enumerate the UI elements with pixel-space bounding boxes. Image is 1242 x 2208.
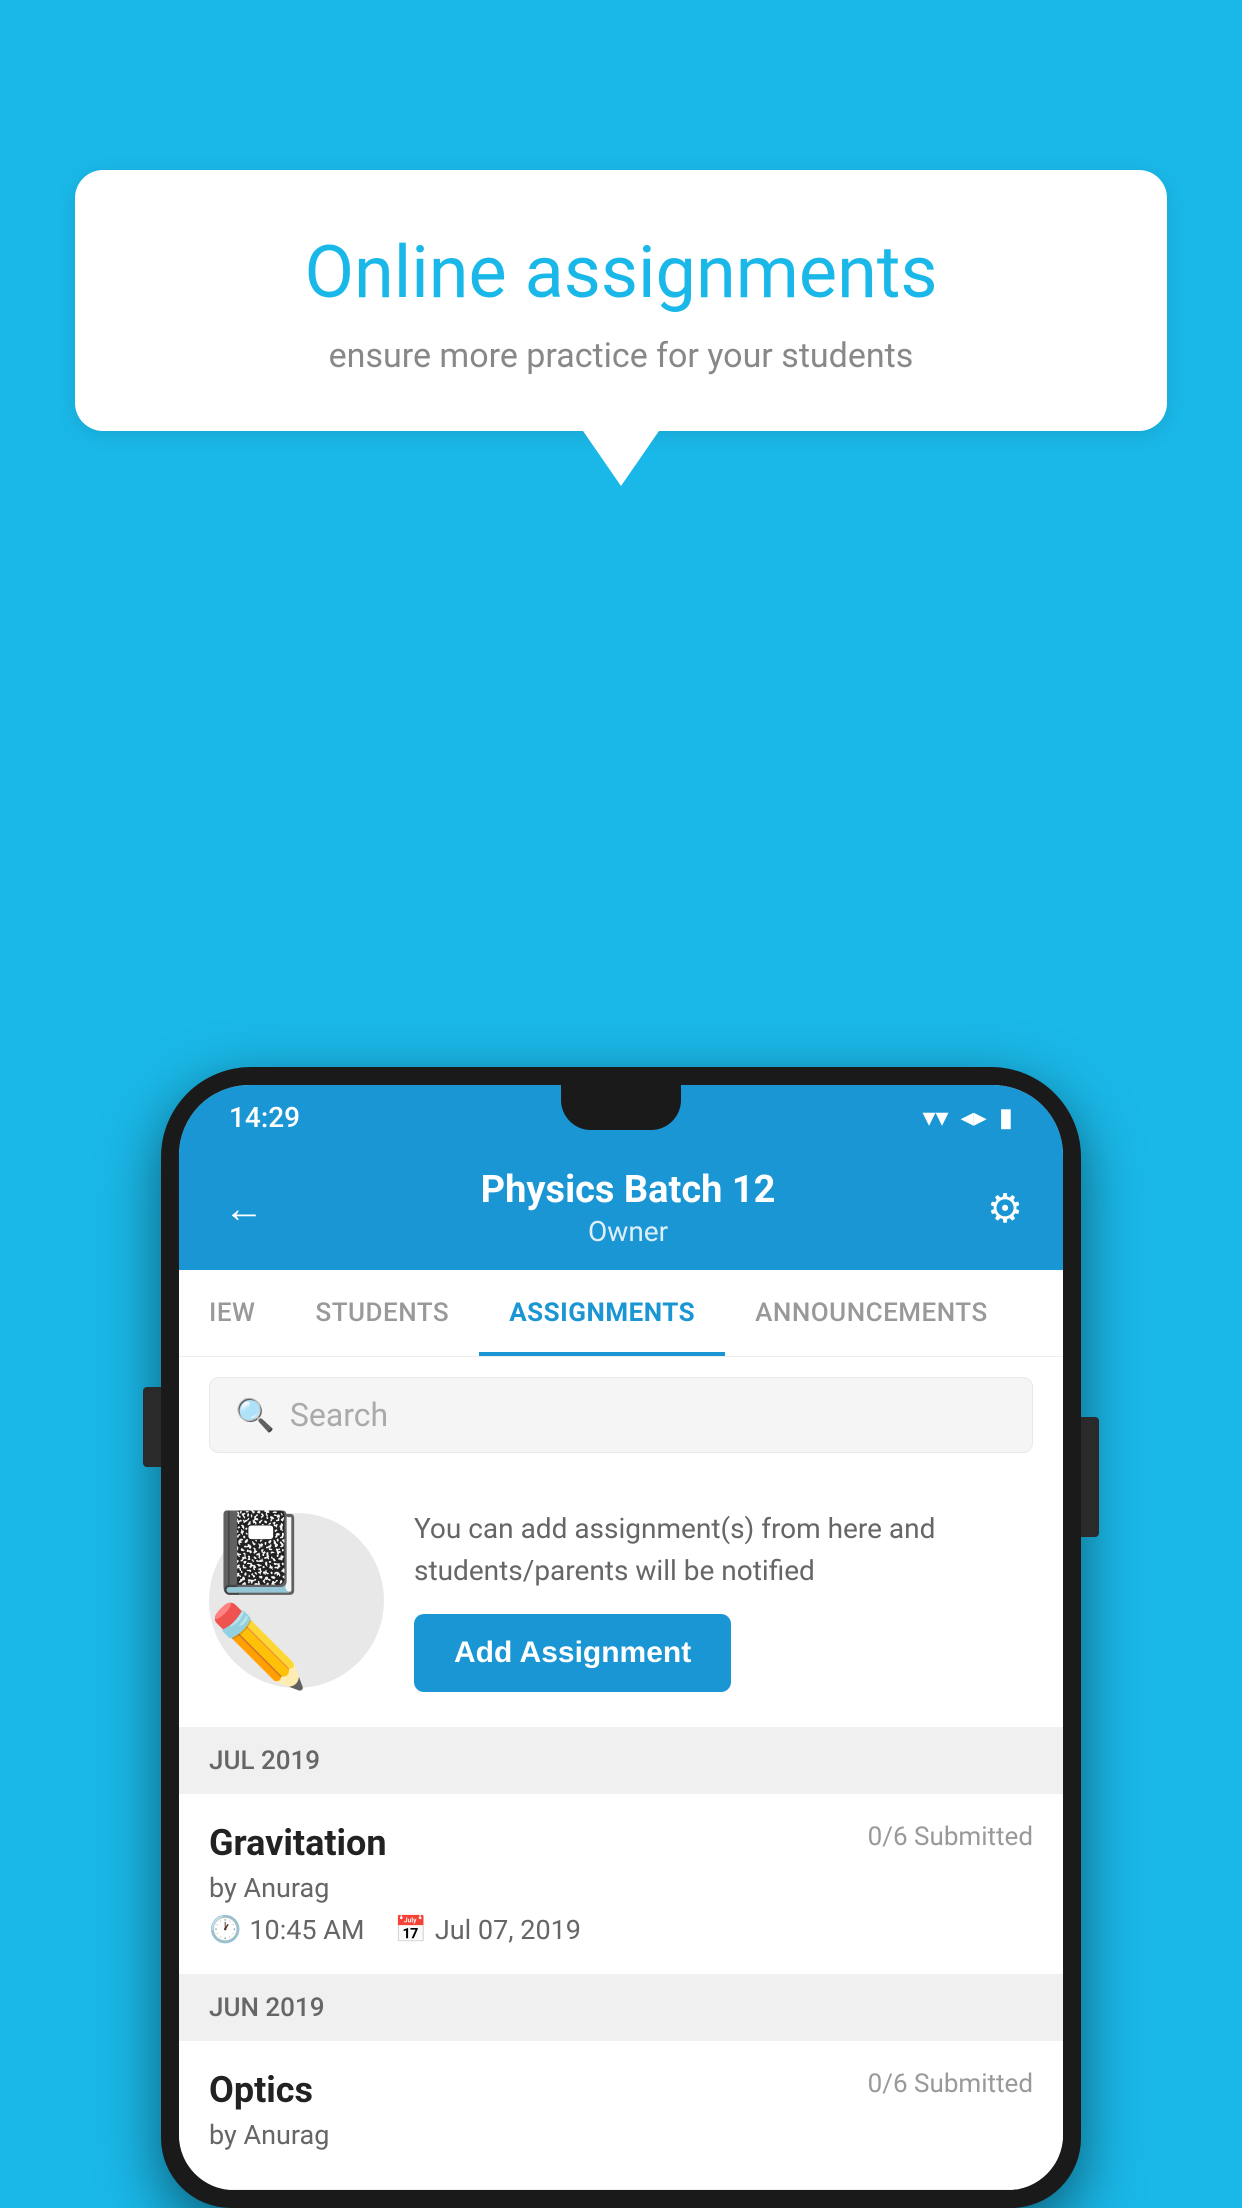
signal-icon: ◂▸	[961, 1103, 987, 1133]
assignment-gravitation-date: 📅 Jul 07, 2019	[395, 1914, 581, 1946]
search-icon: 🔍	[235, 1396, 275, 1434]
assignment-gravitation-meta: 🕐 10:45 AM 📅 Jul 07, 2019	[209, 1914, 1033, 1946]
notch	[561, 1085, 681, 1130]
gravitation-time-value: 10:45 AM	[249, 1914, 364, 1946]
speech-bubble: Online assignments ensure more practice …	[75, 170, 1167, 431]
search-container: 🔍 Search	[179, 1357, 1063, 1473]
promo-section: 📓✏️ You can add assignment(s) from here …	[179, 1473, 1063, 1728]
speech-bubble-section: Online assignments ensure more practice …	[75, 170, 1167, 431]
month-section-jul: JUL 2019	[179, 1728, 1063, 1794]
header-title: Physics Batch 12	[481, 1168, 776, 1212]
assignment-gravitation-submitted: 0/6 Submitted	[868, 1822, 1033, 1852]
tab-iew[interactable]: IEW	[179, 1270, 285, 1356]
tab-announcements[interactable]: ANNOUNCEMENTS	[725, 1270, 1018, 1356]
assignment-optics-submitted: 0/6 Submitted	[868, 2069, 1033, 2099]
assignment-gravitation-title: Gravitation	[209, 1822, 387, 1864]
tab-students[interactable]: STUDENTS	[285, 1270, 479, 1356]
notebook-icon: 📓✏️	[209, 1506, 384, 1694]
speech-bubble-subtitle: ensure more practice for your students	[145, 336, 1097, 376]
promo-content: You can add assignment(s) from here and …	[414, 1508, 1033, 1692]
app-header: ← Physics Batch 12 Owner ⚙	[179, 1150, 1063, 1270]
assignment-optics-title: Optics	[209, 2069, 313, 2111]
clock-icon: 🕐	[209, 1915, 241, 1945]
calendar-icon: 📅	[395, 1915, 427, 1945]
promo-text: You can add assignment(s) from here and …	[414, 1508, 1033, 1592]
header-center: Physics Batch 12 Owner	[481, 1168, 776, 1248]
phone-wrapper: 14:29 ▾▾ ◂▸ ▮ ← Physics Batch 12 Owner ⚙…	[161, 1067, 1081, 2208]
status-icons: ▾▾ ◂▸ ▮	[922, 1103, 1013, 1133]
month-section-jun: JUN 2019	[179, 1975, 1063, 2041]
assignment-item-gravitation[interactable]: Gravitation 0/6 Submitted by Anurag 🕐 10…	[179, 1794, 1063, 1975]
promo-icon-circle: 📓✏️	[209, 1513, 384, 1688]
settings-button[interactable]: ⚙	[987, 1185, 1023, 1232]
search-bar[interactable]: 🔍 Search	[209, 1377, 1033, 1453]
phone-frame: 14:29 ▾▾ ◂▸ ▮ ← Physics Batch 12 Owner ⚙…	[161, 1067, 1081, 2208]
phone-screen: 14:29 ▾▾ ◂▸ ▮ ← Physics Batch 12 Owner ⚙…	[179, 1085, 1063, 2190]
status-bar: 14:29 ▾▾ ◂▸ ▮	[179, 1085, 1063, 1150]
wifi-icon: ▾▾	[922, 1103, 948, 1133]
month-label-jul: JUL 2019	[209, 1746, 320, 1776]
assignment-optics-header: Optics 0/6 Submitted	[209, 2069, 1033, 2111]
gravitation-date-value: Jul 07, 2019	[435, 1914, 581, 1946]
assignment-gravitation-author: by Anurag	[209, 1872, 1033, 1904]
assignment-item-optics[interactable]: Optics 0/6 Submitted by Anurag	[179, 2041, 1063, 2190]
assignment-gravitation-header: Gravitation 0/6 Submitted	[209, 1822, 1033, 1864]
assignment-optics-author: by Anurag	[209, 2119, 1033, 2151]
tabs-bar: IEW STUDENTS ASSIGNMENTS ANNOUNCEMENTS	[179, 1270, 1063, 1357]
month-label-jun: JUN 2019	[209, 1993, 324, 2023]
search-input[interactable]: Search	[290, 1396, 388, 1434]
back-button[interactable]: ←	[219, 1180, 269, 1237]
battery-icon: ▮	[999, 1103, 1013, 1133]
header-subtitle: Owner	[481, 1215, 776, 1248]
tab-assignments[interactable]: ASSIGNMENTS	[479, 1270, 725, 1356]
add-assignment-button[interactable]: Add Assignment	[414, 1614, 731, 1692]
assignment-gravitation-time: 🕐 10:45 AM	[209, 1914, 365, 1946]
status-time: 14:29	[229, 1101, 300, 1134]
speech-bubble-title: Online assignments	[145, 230, 1097, 316]
